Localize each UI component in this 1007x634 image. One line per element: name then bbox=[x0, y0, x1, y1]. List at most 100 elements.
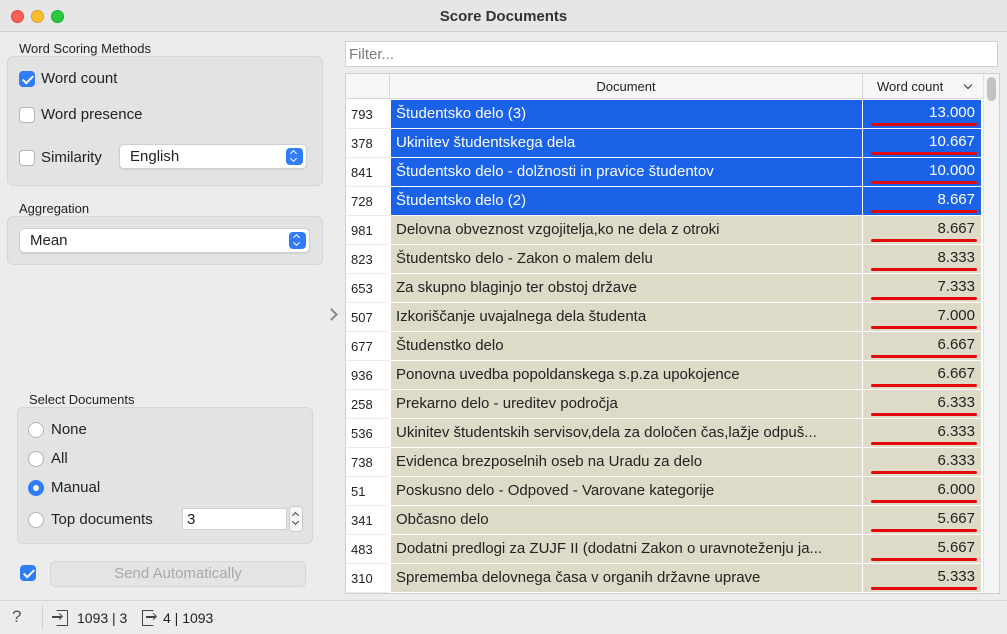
aggregation-select[interactable]: Mean bbox=[19, 228, 310, 253]
word-count-cell[interactable]: 6.333 bbox=[863, 390, 981, 418]
annotation-underline bbox=[871, 181, 977, 184]
window-title: Score Documents bbox=[439, 8, 568, 25]
table-row[interactable]: 51 Poskusno delo - Odpoved - Varovane kat… bbox=[346, 477, 983, 506]
row-index: 738 bbox=[346, 448, 390, 477]
table-row[interactable]: 728 Študentsko delo (2) 8.667 bbox=[346, 187, 983, 216]
word-count-value: 8.667 bbox=[937, 191, 975, 208]
table-row[interactable]: 507 Izkoriščanje uvajalnega dela študenta… bbox=[346, 303, 983, 332]
row-index: 507 bbox=[346, 303, 390, 332]
scrollbar-thumb[interactable] bbox=[987, 77, 996, 101]
language-select[interactable]: English bbox=[119, 144, 307, 169]
word-presence-label[interactable]: Word presence bbox=[41, 106, 142, 123]
table-row[interactable]: 653 Za skupno blaginjo ter obstoj države 7… bbox=[346, 274, 983, 303]
document-title-cell[interactable]: Za skupno blaginjo ter obstoj države bbox=[391, 274, 862, 302]
table-row[interactable]: 841 Študentsko delo - dolžnosti in pravic… bbox=[346, 158, 983, 187]
send-automatically-checkbox[interactable] bbox=[20, 565, 36, 581]
table-row[interactable]: 536 Ukinitev študentskih servisov,dela za… bbox=[346, 419, 983, 448]
radio-none[interactable] bbox=[28, 422, 44, 438]
table-row[interactable]: 793 Študentsko delo (3) 13.000 bbox=[346, 100, 983, 129]
document-title-cell[interactable]: Sprememba delovnega časa v organih držav… bbox=[391, 564, 862, 592]
header-word-count[interactable]: Word count bbox=[863, 74, 983, 99]
header-index[interactable] bbox=[346, 74, 390, 99]
aggregation-select-value: Mean bbox=[30, 232, 68, 249]
word-count-value: 5.667 bbox=[937, 539, 975, 556]
filter-field[interactable] bbox=[345, 41, 998, 67]
document-title-cell[interactable]: Ukinitev študentskega dela bbox=[391, 129, 862, 157]
radio-all-label[interactable]: All bbox=[51, 450, 68, 467]
status-bar: ? 1093 | 3 4 | 1093 bbox=[0, 600, 1007, 634]
table-row[interactable]: 378 Ukinitev študentskega dela 10.667 bbox=[346, 129, 983, 158]
word-count-cell[interactable]: 10.000 bbox=[863, 158, 981, 186]
word-count-cell[interactable]: 7.000 bbox=[863, 303, 981, 331]
table-row[interactable]: 341 Občasno delo 5.667 bbox=[346, 506, 983, 535]
radio-none-label[interactable]: None bbox=[51, 421, 87, 438]
radio-manual[interactable] bbox=[28, 480, 44, 496]
word-count-cell[interactable]: 6.667 bbox=[863, 332, 981, 360]
similarity-label[interactable]: Similarity bbox=[41, 149, 102, 166]
word-count-cell[interactable]: 8.667 bbox=[863, 187, 981, 215]
radio-all[interactable] bbox=[28, 451, 44, 467]
word-count-label[interactable]: Word count bbox=[41, 70, 117, 87]
filter-input[interactable] bbox=[346, 42, 997, 66]
send-automatically-button[interactable]: Send Automatically bbox=[50, 561, 306, 587]
similarity-checkbox[interactable] bbox=[19, 150, 35, 166]
table-row[interactable]: 823 Študentsko delo - Zakon o malem delu 8… bbox=[346, 245, 983, 274]
word-count-cell[interactable]: 6.333 bbox=[863, 448, 981, 476]
document-title-cell[interactable]: Ponovna uvedba popoldanskega s.p.za upok… bbox=[391, 361, 862, 389]
row-index: 728 bbox=[346, 187, 390, 216]
word-presence-checkbox[interactable] bbox=[19, 107, 35, 123]
stepper-down-icon[interactable] bbox=[291, 517, 300, 526]
table-row[interactable]: 738 Evidenca brezposelnih oseb na Uradu z… bbox=[346, 448, 983, 477]
panel-collapse-chevron-icon[interactable] bbox=[327, 308, 337, 322]
row-index: 310 bbox=[346, 564, 390, 593]
header-document[interactable]: Document bbox=[390, 74, 863, 99]
document-title-cell[interactable]: Dodatni predlogi za ZUJF II (dodatni Zak… bbox=[391, 535, 862, 563]
top-documents-spinbox[interactable]: 3 bbox=[182, 508, 287, 530]
help-icon[interactable]: ? bbox=[12, 607, 21, 627]
table-row[interactable]: 310 Sprememba delovnega časa v organih dr… bbox=[346, 564, 983, 593]
document-title-cell[interactable]: Študentsko delo - dolžnosti in pravice š… bbox=[391, 158, 862, 186]
document-title-cell[interactable]: Evidenca brezposelnih oseb na Uradu za d… bbox=[391, 448, 862, 476]
document-title-cell[interactable]: Ukinitev študentskih servisov,dela za do… bbox=[391, 419, 862, 447]
document-title-cell[interactable]: Prekarno delo - ureditev področja bbox=[391, 390, 862, 418]
table-row[interactable]: 483 Dodatni predlogi za ZUJF II (dodatni … bbox=[346, 535, 983, 564]
documents-table[interactable]: Document Word count 793 Študentsko delo (… bbox=[345, 73, 1000, 594]
select-arrows-icon bbox=[286, 148, 303, 165]
document-title-cell[interactable]: Študentsko delo (2) bbox=[391, 187, 862, 215]
document-title-cell[interactable]: Izkoriščanje uvajalnega dela študenta bbox=[391, 303, 862, 331]
radio-manual-label[interactable]: Manual bbox=[51, 479, 100, 496]
word-count-cell[interactable]: 7.333 bbox=[863, 274, 981, 302]
word-count-cell[interactable]: 6.333 bbox=[863, 419, 981, 447]
document-title-cell[interactable]: Delovna obveznost vzgojitelja,ko ne dela… bbox=[391, 216, 862, 244]
word-count-cell[interactable]: 6.000 bbox=[863, 477, 981, 505]
radio-top-documents[interactable] bbox=[28, 512, 44, 528]
document-title-cell[interactable]: Študenstko delo bbox=[391, 332, 862, 360]
radio-top-documents-label[interactable]: Top documents bbox=[51, 511, 153, 528]
document-title-cell[interactable]: Študentsko delo - Zakon o malem delu bbox=[391, 245, 862, 273]
word-count-checkbox[interactable] bbox=[19, 71, 35, 87]
word-count-value: 6.333 bbox=[937, 452, 975, 469]
word-scoring-box: Word count Word presence Similarity Engl… bbox=[7, 56, 323, 186]
top-documents-stepper[interactable] bbox=[289, 506, 303, 532]
word-count-cell[interactable]: 8.667 bbox=[863, 216, 981, 244]
word-count-cell[interactable]: 5.333 bbox=[863, 564, 981, 592]
table-row[interactable]: 258 Prekarno delo - ureditev področja 6.33… bbox=[346, 390, 983, 419]
document-title-cell[interactable]: Študentsko delo (3) bbox=[391, 100, 862, 128]
table-row[interactable]: 981 Delovna obveznost vzgojitelja,ko ne d… bbox=[346, 216, 983, 245]
control-panel: Word Scoring Methods Word count Word pre… bbox=[0, 33, 335, 599]
document-title-cell[interactable]: Občasno delo bbox=[391, 506, 862, 534]
annotation-underline bbox=[871, 529, 977, 532]
table-row[interactable]: 936 Ponovna uvedba popoldanskega s.p.za u… bbox=[346, 361, 983, 390]
word-count-value: 8.333 bbox=[937, 249, 975, 266]
table-row[interactable]: 677 Študenstko delo 6.667 bbox=[346, 332, 983, 361]
word-count-cell[interactable]: 6.667 bbox=[863, 361, 981, 389]
word-count-cell[interactable]: 5.667 bbox=[863, 535, 981, 563]
word-count-cell[interactable]: 5.667 bbox=[863, 506, 981, 534]
document-title-cell[interactable]: Poskusno delo - Odpoved - Varovane kateg… bbox=[391, 477, 862, 505]
word-count-cell[interactable]: 13.000 bbox=[863, 100, 981, 128]
word-count-cell[interactable]: 8.333 bbox=[863, 245, 981, 273]
title-bar: Score Documents bbox=[0, 0, 1007, 32]
vertical-scrollbar[interactable] bbox=[983, 74, 999, 593]
word-count-cell[interactable]: 10.667 bbox=[863, 129, 981, 157]
row-index: 536 bbox=[346, 419, 390, 448]
